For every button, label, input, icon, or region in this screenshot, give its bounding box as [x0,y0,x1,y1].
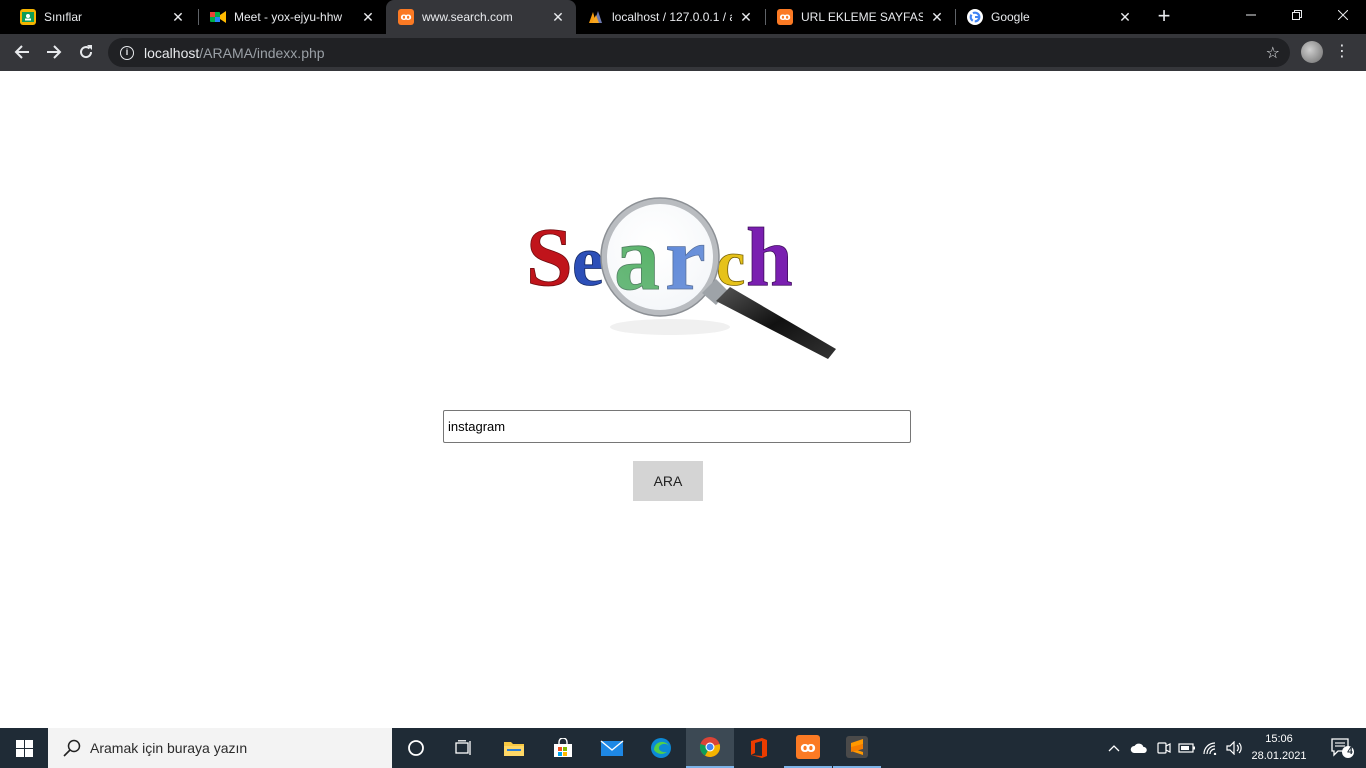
tab-search-com[interactable]: ꝏ www.search.com ✕ [386,0,576,34]
show-hidden-icons-button[interactable] [1104,728,1124,768]
forward-arrow-icon [47,45,62,59]
tab-meet[interactable]: Meet - yox-ejyu-hhw ✕ [198,0,386,34]
xampp-icon: ꝏ [398,9,414,25]
wifi-icon [1203,742,1217,755]
search-logo: S e a r c h [526,197,836,359]
onedrive-tray[interactable] [1128,728,1150,768]
meet-icon [210,9,226,25]
url-path: /ARAMA/indexx.php [199,44,325,61]
office-button[interactable] [735,728,783,768]
tab-google[interactable]: Google ✕ [955,0,1143,34]
close-icon[interactable]: ✕ [360,9,376,25]
xampp-button[interactable]: ꝏ [784,728,832,768]
classroom-icon [20,9,36,25]
store-bag-icon [554,738,572,757]
mail-envelope-icon [600,740,624,756]
edge-browser-icon [651,738,671,758]
google-icon [967,9,983,25]
task-view-icon [455,740,471,755]
mail-button[interactable] [588,728,636,768]
url-host: localhost [144,44,200,61]
tab-siniflar[interactable]: Sınıflar ✕ [8,0,196,34]
phpmyadmin-icon [588,9,604,25]
forward-button[interactable] [40,38,68,66]
clock-time: 15:06 [1265,733,1293,745]
back-arrow-icon [14,45,29,59]
file-explorer-button[interactable] [490,728,538,768]
start-button[interactable] [0,728,48,768]
close-icon[interactable]: ✕ [738,9,754,25]
address-bar[interactable]: i localhost/ARAMA/indexx.php ☆ [108,38,1290,67]
battery-tray[interactable] [1176,728,1198,768]
chrome-icon [699,737,721,757]
restore-icon [1292,10,1302,20]
tab-url-ekleme[interactable]: ꝏ URL EKLEME SAYFASI ✕ [765,0,955,34]
taskbar-clock[interactable]: 15:06 28.01.2021 [1246,731,1312,765]
volume-tray[interactable] [1224,728,1246,768]
task-view-button[interactable] [440,728,488,768]
meet-now-tray[interactable] [1152,728,1174,768]
cortana-button[interactable] [392,728,440,768]
edge-button[interactable] [637,728,685,768]
taskbar-search-box[interactable]: Aramak için buraya yazın [48,728,392,768]
folder-icon [504,742,524,756]
wifi-tray[interactable] [1200,728,1222,768]
restore-button[interactable] [1274,0,1320,30]
minimize-icon [1246,14,1256,16]
browser-toolbar: i localhost/ARAMA/indexx.php ☆ ⋮ [0,34,1366,71]
xampp-icon: ꝏ [796,735,820,759]
sublime-text-button[interactable] [833,728,881,768]
office-icon [751,738,767,758]
battery-icon [1178,743,1195,753]
new-tab-button[interactable]: + [1152,5,1176,29]
microsoft-store-button[interactable] [539,728,587,768]
search-icon [63,739,81,757]
close-icon[interactable]: ✕ [929,9,945,25]
action-center-button[interactable]: 4 [1318,728,1366,768]
cortana-circle-icon [408,740,424,756]
svg-text:h: h [746,211,793,304]
sublime-text-icon [846,736,868,758]
profile-avatar[interactable] [1301,41,1323,63]
svg-text:e: e [572,221,604,301]
chevron-up-icon [1108,745,1120,752]
tab-phpmyadmin[interactable]: localhost / 127.0.0.1 / a ✕ [576,0,764,34]
bookmark-star-icon[interactable]: ☆ [1266,43,1280,63]
tab-strip: Sınıflar ✕ Meet - yox-ejyu-hhw ✕ ꝏ www.s… [0,0,1366,34]
reload-button[interactable] [72,38,100,66]
windows-taskbar: Aramak için buraya yazın ꝏ 15:06 28.01.2… [0,728,1366,768]
search-button[interactable]: ARA [633,461,703,501]
minimize-button[interactable] [1228,0,1274,30]
svg-text:S: S [526,211,573,304]
back-button[interactable] [8,38,36,66]
info-icon[interactable]: i [120,45,134,60]
kebab-menu-icon[interactable]: ⋮ [1334,40,1350,64]
close-icon[interactable]: ✕ [550,9,566,25]
reload-icon [80,45,93,59]
speaker-icon [1226,741,1242,755]
windows-logo-icon [15,739,33,757]
notification-count-badge: 4 [1347,746,1353,757]
meet-now-icon [1157,742,1171,754]
chrome-button[interactable] [686,728,734,768]
search-input[interactable] [443,410,911,443]
close-window-button[interactable] [1320,0,1366,30]
svg-text:ꝏ: ꝏ [800,740,815,756]
close-icon[interactable]: ✕ [1117,9,1133,25]
close-icon[interactable]: ✕ [170,9,186,25]
taskbar-search-placeholder: Aramak için buraya yazın [90,740,248,756]
xampp-icon: ꝏ [777,9,793,25]
clock-date: 28.01.2021 [1251,750,1307,762]
cloud-icon [1130,743,1147,753]
close-icon [1338,10,1348,20]
page-content: S e a r c h ARA [0,71,1366,728]
